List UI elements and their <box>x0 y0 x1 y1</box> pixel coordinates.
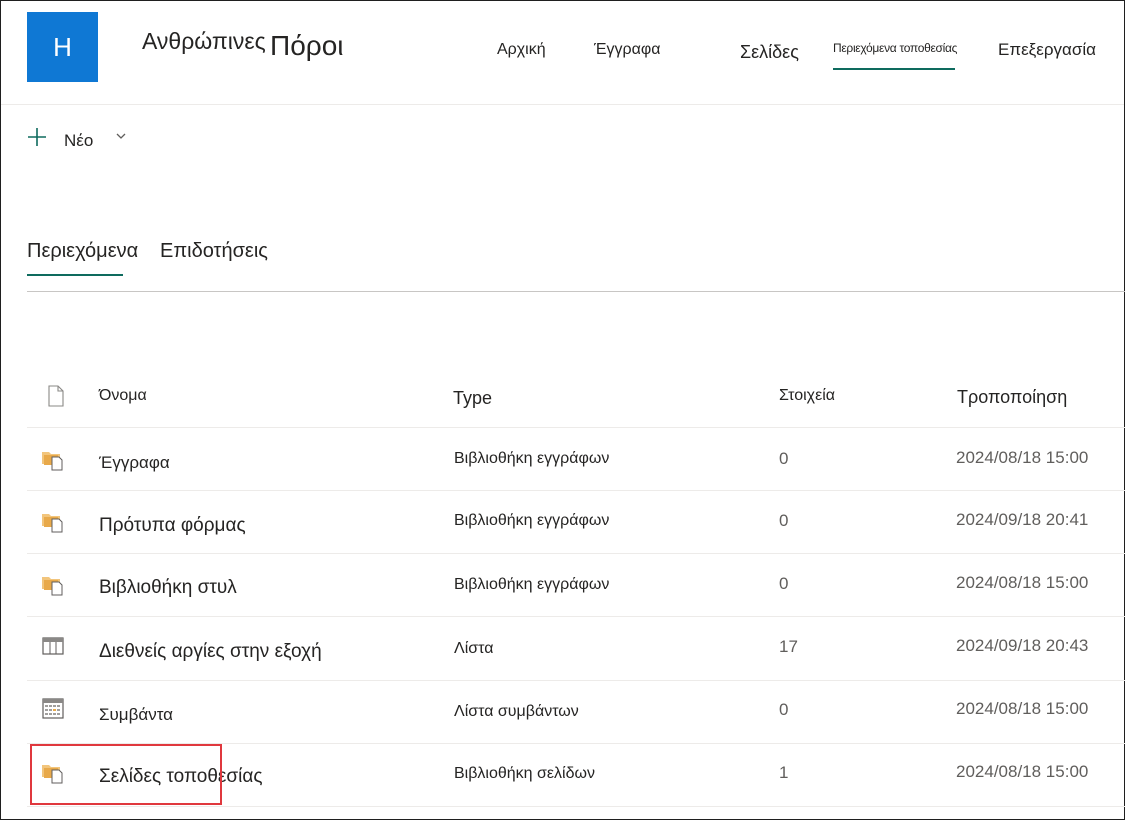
tab-grants[interactable]: Επιδοτήσεις <box>160 240 268 263</box>
document-library-icon <box>42 452 63 471</box>
site-title-part1[interactable]: Ανθρώπινες <box>142 28 266 55</box>
row-items: 0 <box>779 449 789 468</box>
plus-icon[interactable] <box>27 127 47 147</box>
document-library-icon <box>42 577 63 596</box>
row-divider <box>27 490 1125 491</box>
site-logo[interactable]: H <box>27 12 98 82</box>
header-divider <box>1 104 1124 105</box>
row-items: 0 <box>779 700 789 719</box>
row-items: 0 <box>779 574 789 593</box>
nav-pages[interactable]: Σελίδες <box>740 42 799 63</box>
calendar-icon <box>42 698 64 719</box>
row-modified: 2024/08/18 15:00 <box>956 762 1089 781</box>
row-items: 17 <box>779 637 798 656</box>
row-name[interactable]: Διεθνείς αργίες στην εξοχή <box>99 641 322 663</box>
row-type: Βιβλιοθήκη σελίδων <box>454 765 595 782</box>
callout-highlight-box <box>30 744 222 805</box>
row-type: Λίστα συμβάντων <box>454 703 579 720</box>
row-name[interactable]: Συμβάντα <box>99 705 173 725</box>
row-type: Βιβλιοθήκη εγγράφων <box>454 512 610 529</box>
page-frame <box>0 0 1125 820</box>
tabs-divider <box>27 291 1125 292</box>
nav-site-contents[interactable]: Περιεχόμενα τοποθεσίας <box>833 41 957 55</box>
chevron-down-icon[interactable] <box>115 131 127 141</box>
row-divider <box>27 553 1125 554</box>
nav-home[interactable]: Αρχική <box>497 41 546 59</box>
row-type: Βιβλιοθήκη εγγράφων <box>454 576 610 593</box>
row-divider <box>27 806 1125 807</box>
column-header-modified[interactable]: Τροποποίηση <box>957 387 1067 408</box>
file-type-header-icon <box>48 385 64 407</box>
row-modified: 2024/08/18 15:00 <box>956 699 1089 718</box>
row-name[interactable]: Έγγραφα <box>99 453 170 473</box>
row-modified: 2024/08/18 15:00 <box>956 573 1089 592</box>
row-name[interactable]: Βιβλιοθήκη στυλ <box>99 577 237 599</box>
nav-active-underline <box>833 68 955 70</box>
row-type: Βιβλιοθήκη εγγράφων <box>454 450 610 467</box>
row-modified: 2024/09/18 20:43 <box>956 636 1089 655</box>
site-logo-letter: H <box>53 31 72 62</box>
list-icon <box>42 637 64 655</box>
column-header-items[interactable]: Στοιχεία <box>779 387 835 405</box>
row-type: Λίστα <box>454 640 494 657</box>
tab-contents[interactable]: Περιεχόμενα <box>27 240 138 263</box>
row-items: 0 <box>779 511 789 530</box>
column-header-name[interactable]: Όνομα <box>99 387 147 405</box>
site-title-part2[interactable]: Πόροι <box>270 30 344 62</box>
new-button[interactable]: Νέο <box>64 131 93 151</box>
row-name[interactable]: Πρότυπα φόρμας <box>99 515 246 537</box>
row-divider <box>27 616 1125 617</box>
column-header-type[interactable]: Type <box>453 388 492 409</box>
row-divider <box>27 680 1125 681</box>
row-divider <box>27 427 1125 428</box>
document-library-icon <box>42 514 63 533</box>
tab-active-underline <box>27 274 123 276</box>
nav-documents[interactable]: Έγγραφα <box>594 41 661 59</box>
nav-edit[interactable]: Επεξεργασία <box>998 40 1096 60</box>
row-modified: 2024/09/18 20:41 <box>956 510 1089 529</box>
row-modified: 2024/08/18 15:00 <box>956 448 1089 467</box>
row-items: 1 <box>779 763 789 782</box>
